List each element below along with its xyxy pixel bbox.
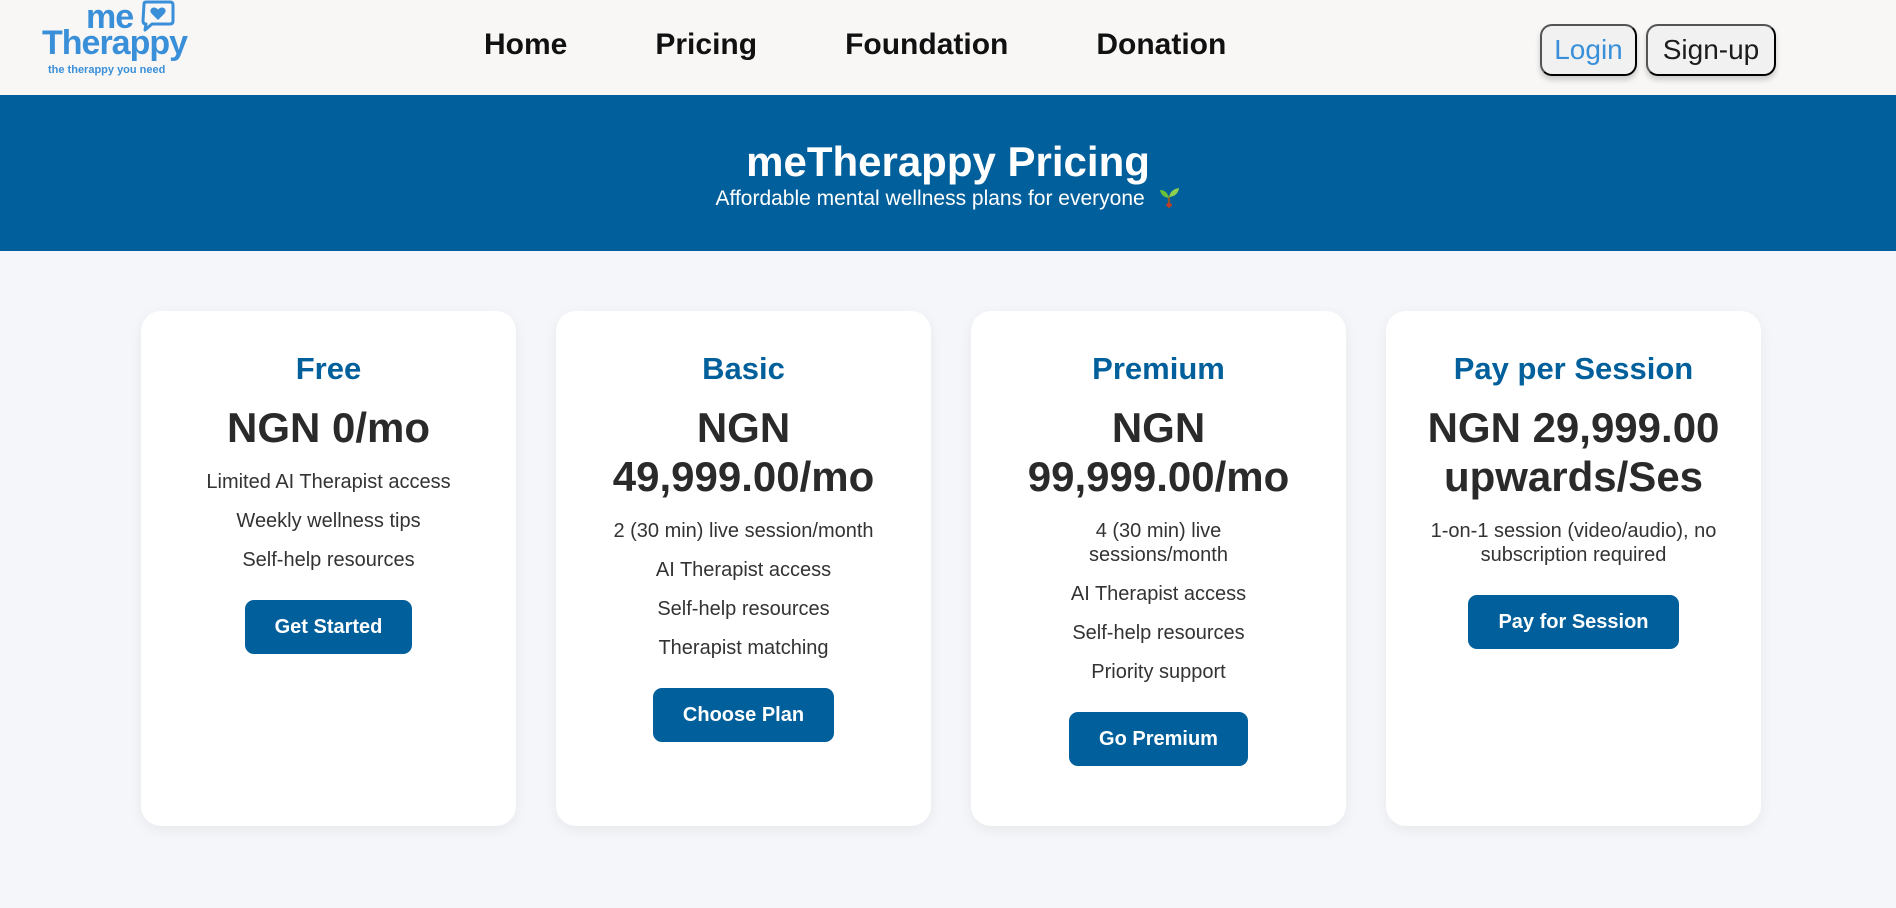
plan-name: Free: [295, 351, 362, 386]
choose-plan-button[interactable]: Choose Plan: [652, 688, 835, 742]
plan-feature: Priority support: [1091, 661, 1226, 683]
metherappy-logo[interactable]: me Therappy the therappy you need: [40, 0, 200, 86]
plan-card-basic: Basic NGN 49,999.00/mo 2 (30 min) live s…: [556, 311, 931, 826]
nav-foundation-link[interactable]: Foundation: [845, 25, 1008, 65]
plan-feature: AI Therapist access: [655, 559, 832, 581]
plan-feature: Limited AI Therapist access: [206, 471, 451, 493]
plan-feature: Self-help resources: [242, 549, 415, 571]
plan-feature: Self-help resources: [1072, 622, 1245, 644]
plan-price: NGN 49,999.00/mo: [612, 404, 875, 500]
plan-card-free: Free NGN 0/mo Limited AI Therapist acces…: [141, 311, 516, 826]
plan-feature: 1-on-1 session (video/audio), no subscri…: [1430, 520, 1717, 566]
plan-card-pay-per-session: Pay per Session NGN 29,999.00 upwards/Se…: [1386, 311, 1761, 826]
go-premium-button[interactable]: Go Premium: [1069, 712, 1248, 766]
navbar: me Therappy the therappy you need Home P…: [0, 0, 1896, 95]
plan-feature-list: Limited AI Therapist access Weekly welln…: [161, 470, 496, 572]
signup-button[interactable]: Sign-up: [1646, 24, 1776, 76]
get-started-button[interactable]: Get Started: [244, 600, 413, 654]
plan-price: NGN 0/mo: [226, 404, 431, 451]
logo-tagline: the therappy you need: [48, 64, 166, 76]
plan-price: NGN 99,999.00/mo: [1027, 404, 1290, 500]
plan-feature: 4 (30 min) live sessions/month: [1089, 520, 1228, 566]
logo-therappy-text: Therappy: [42, 24, 188, 62]
plan-name: Premium: [1092, 351, 1225, 386]
plan-feature: AI Therapist access: [1070, 583, 1247, 605]
nav-pricing-link[interactable]: Pricing: [655, 25, 757, 65]
sprout-icon: [1159, 188, 1179, 209]
plan-card-premium: Premium NGN 99,999.00/mo 4 (30 min) live…: [971, 311, 1346, 826]
page-subtitle: Affordable mental wellness plans for eve…: [0, 185, 1896, 213]
page-subtitle-text: Affordable mental wellness plans for eve…: [715, 187, 1145, 210]
plan-feature: Therapist matching: [658, 637, 829, 659]
nav-home-link[interactable]: Home: [484, 25, 567, 65]
login-button[interactable]: Login: [1540, 24, 1637, 76]
plan-feature-list: 4 (30 min) live sessions/month AI Therap…: [991, 519, 1326, 684]
plan-name: Basic: [702, 351, 785, 386]
pricing-hero-banner: meTherappy Pricing Affordable mental wel…: [0, 95, 1896, 251]
plan-feature-list: 2 (30 min) live session/month AI Therapi…: [576, 519, 911, 660]
pricing-cards: Free NGN 0/mo Limited AI Therapist acces…: [141, 311, 1761, 826]
plan-feature: 2 (30 min) live session/month: [613, 520, 874, 542]
page-title: meTherappy Pricing: [746, 138, 1150, 185]
pay-for-session-button[interactable]: Pay for Session: [1468, 595, 1679, 649]
main-nav: Home Pricing Foundation Donation: [484, 25, 1226, 65]
plan-feature: Self-help resources: [657, 598, 830, 620]
plan-feature-list: 1-on-1 session (video/audio), no subscri…: [1406, 519, 1741, 567]
plan-feature: Weekly wellness tips: [236, 510, 421, 532]
plan-name: Pay per Session: [1453, 351, 1694, 386]
plan-price: NGN 29,999.00 upwards/Ses: [1427, 404, 1720, 500]
nav-donation-link[interactable]: Donation: [1096, 25, 1226, 65]
